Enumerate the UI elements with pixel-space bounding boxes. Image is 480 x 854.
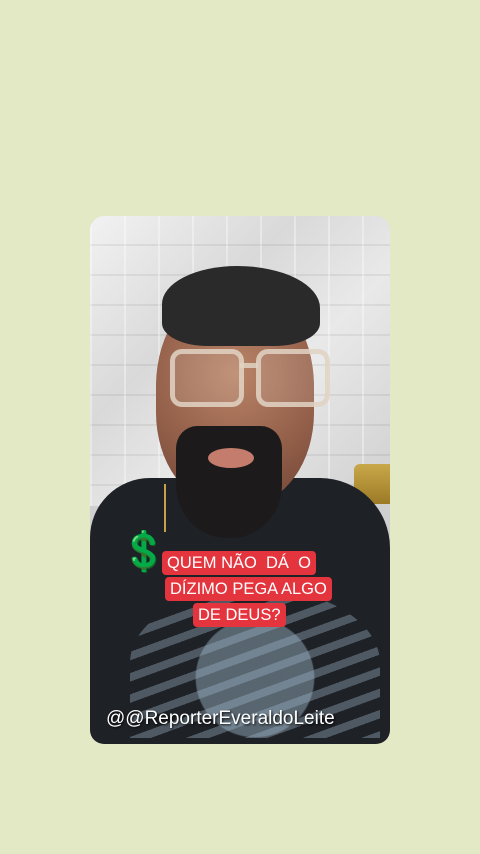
author-handle[interactable]: @@ReporterEveraldoLeite bbox=[106, 704, 335, 734]
person-hair bbox=[162, 266, 320, 346]
video-card[interactable] bbox=[90, 216, 390, 744]
person-mouth bbox=[208, 448, 254, 468]
necklace bbox=[164, 484, 178, 532]
glasses bbox=[170, 349, 330, 407]
dollar-sign-icon: 💲 bbox=[120, 529, 168, 573]
caption-line: DE DEUS? bbox=[193, 603, 286, 627]
caption-line: QUEM NÃO DÁ O bbox=[162, 551, 316, 575]
caption-line: DÍZIMO PEGA ALGO bbox=[165, 577, 332, 601]
person-beard bbox=[176, 426, 282, 538]
